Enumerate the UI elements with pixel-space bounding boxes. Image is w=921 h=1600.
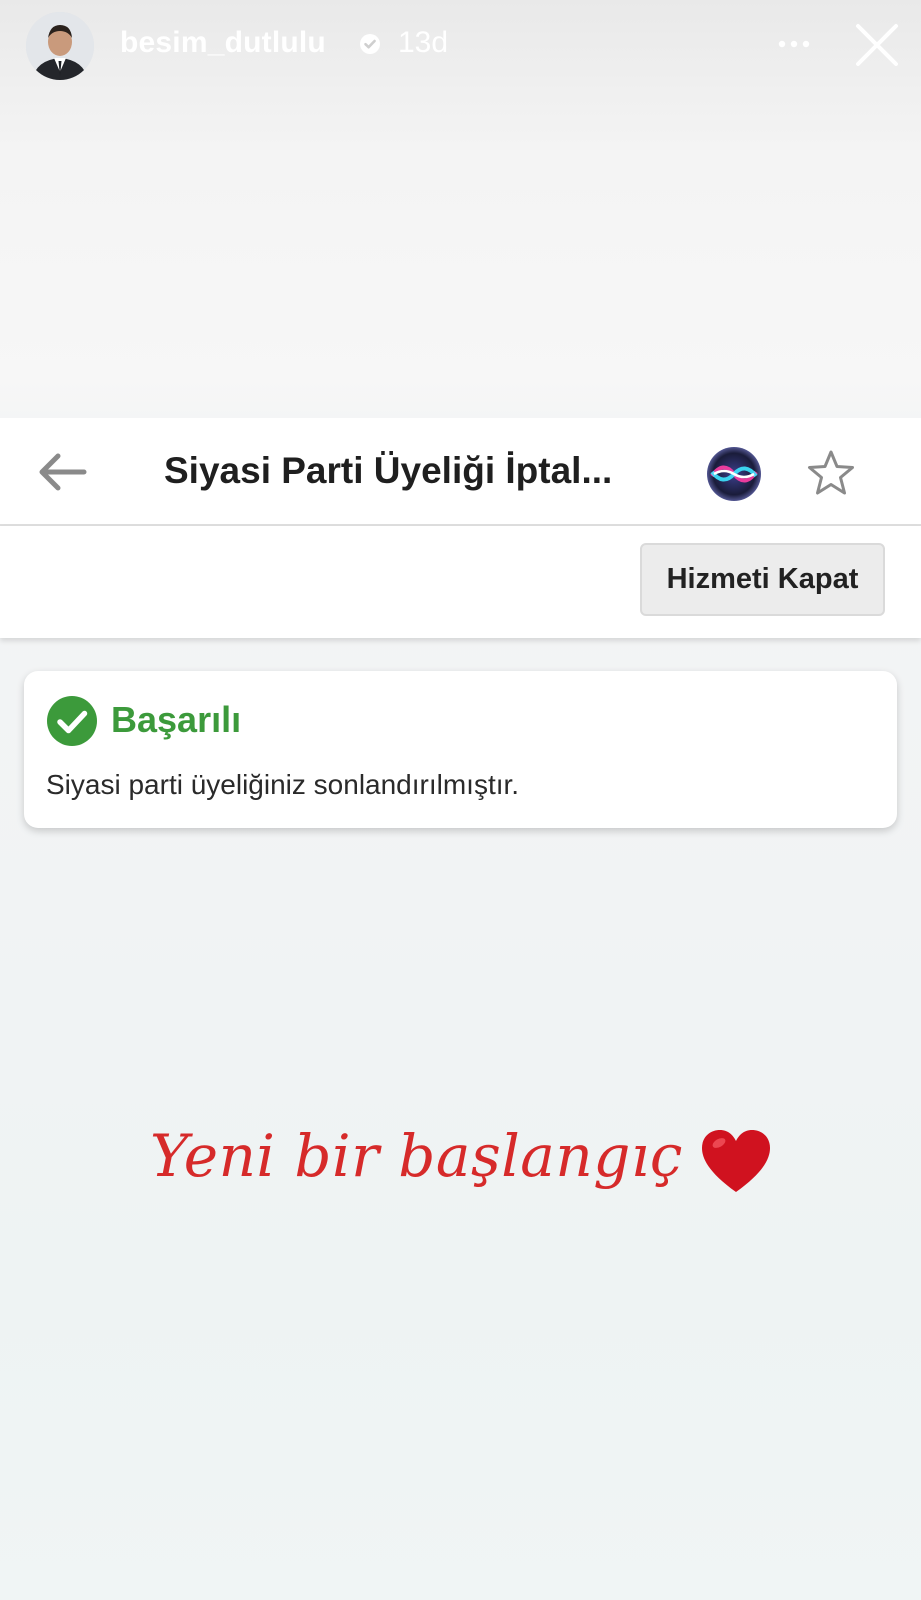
app-navigation-bar: Siyasi Parti Üyeliği İptal...	[0, 418, 921, 526]
story-caption: Yeni bir başlangıç	[150, 1122, 683, 1190]
star-icon[interactable]	[806, 448, 856, 498]
more-dots-icon[interactable]	[774, 32, 814, 56]
avatar-image	[26, 12, 94, 80]
success-alert: Başarılı Siyasi parti üyeliğiniz sonland…	[24, 671, 897, 828]
avatar[interactable]	[26, 12, 94, 80]
page-title: Siyasi Parti Üyeliği İptal...	[164, 450, 613, 491]
app-toolbar: Hizmeti Kapat	[0, 526, 921, 638]
success-message: Siyasi parti üyeliğiniz sonlandırılmıştı…	[46, 769, 520, 800]
heart-icon	[702, 1130, 770, 1192]
close-service-button[interactable]: Hizmeti Kapat	[640, 543, 885, 616]
story-age: 13d	[398, 26, 449, 59]
success-title: Başarılı	[111, 699, 242, 740]
verified-badge-icon	[360, 34, 380, 54]
siri-icon[interactable]	[706, 446, 762, 502]
back-arrow-icon[interactable]	[34, 448, 90, 496]
check-circle-icon	[47, 696, 97, 746]
story-username[interactable]: besim_dutlulu	[120, 26, 326, 60]
story-header: besim_dutlulu 13d	[0, 0, 921, 96]
close-icon[interactable]	[854, 22, 900, 68]
